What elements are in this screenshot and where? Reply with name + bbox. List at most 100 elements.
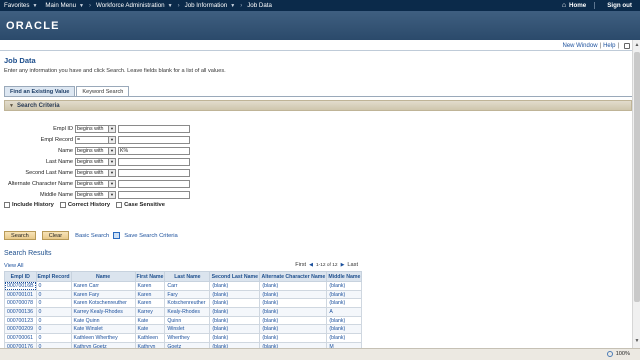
search-button[interactable]: Search — [4, 231, 36, 240]
cell-empl-id[interactable]: 000700136 — [4, 307, 37, 317]
empl-record-input[interactable] — [118, 135, 190, 144]
cell-second-last-name[interactable]: (blank) — [209, 324, 261, 335]
cell-middle-name[interactable]: (blank) — [326, 333, 363, 343]
col-header-empl-record[interactable]: Empl Record — [35, 271, 72, 282]
col-header-last-name[interactable]: Last Name — [164, 271, 211, 282]
last-name-input[interactable] — [118, 157, 190, 166]
cell-empl-id[interactable]: 000700078 — [4, 298, 37, 309]
cell-empl-id[interactable]: 000700123 — [4, 315, 37, 326]
table-row[interactable]: 000700061 0 Kathleen Wherthey Kathleen Whert… — [4, 333, 363, 343]
cell-last-name[interactable]: Wherthey — [164, 333, 211, 343]
chevron-down-icon[interactable]: ▼ — [109, 146, 116, 155]
nav-workforce-administration[interactable]: Workforce Administration ▼ — [92, 0, 177, 11]
name-input[interactable]: K% — [118, 146, 190, 155]
cell-first-name[interactable]: Kathleen — [134, 333, 166, 343]
col-header-name[interactable]: Name — [70, 271, 136, 282]
cell-empl-id[interactable]: 000700101 — [4, 289, 37, 300]
second-last-name-input[interactable] — [118, 168, 190, 177]
cell-second-last-name[interactable]: (blank) — [209, 298, 261, 309]
cell-empl-record[interactable]: 0 — [35, 333, 72, 343]
vertical-scrollbar[interactable]: ▲ ▼ — [632, 40, 640, 348]
scrollbar-thumb[interactable] — [634, 52, 640, 302]
cell-empl-record[interactable]: 0 — [35, 324, 72, 335]
cell-middle-name[interactable]: A — [326, 307, 363, 317]
scroll-up-icon[interactable]: ▲ — [633, 42, 640, 50]
cell-first-name[interactable]: Karen — [134, 289, 166, 300]
cell-second-last-name[interactable]: (blank) — [209, 281, 261, 291]
cell-name[interactable]: Kate Winslet — [70, 324, 136, 335]
checkbox-box[interactable] — [4, 202, 10, 208]
cell-first-name[interactable]: Karen — [134, 281, 166, 291]
cell-name[interactable]: Karen Kotschenreuther — [70, 298, 136, 309]
checkbox-box[interactable] — [59, 202, 66, 208]
next-icon[interactable]: ▶ — [341, 262, 345, 268]
cell-middle-name[interactable]: (blank) — [326, 315, 363, 326]
operator-select[interactable]: begins with — [75, 179, 109, 188]
last-link[interactable]: Last — [347, 262, 358, 268]
col-header-alternate-character-name[interactable]: Alternate Character Name — [259, 271, 328, 282]
col-header-empl-id[interactable]: Empl ID — [4, 271, 37, 282]
cell-alternate-character-name[interactable]: (blank) — [259, 298, 328, 309]
table-row[interactable]: 000700209 0 Kate Winslet Kate Winslet (blank)… — [4, 324, 363, 335]
chevron-down-icon[interactable]: ▼ — [109, 190, 116, 199]
operator-select[interactable]: begins with — [75, 190, 109, 199]
cell-empl-record[interactable]: 0 — [35, 281, 72, 291]
cell-middle-name[interactable]: (blank) — [326, 324, 363, 335]
home-link[interactable]: ⌂ Home — [554, 2, 594, 9]
chevron-down-icon[interactable]: ▼ — [109, 179, 116, 188]
cell-last-name[interactable]: Kealy-Rhodes — [164, 307, 211, 317]
cell-alternate-character-name[interactable]: (blank) — [259, 333, 328, 343]
col-header-middle-name[interactable]: Middle Name — [326, 271, 363, 282]
cell-middle-name[interactable]: (blank) — [326, 298, 363, 309]
correct-history-checkbox[interactable]: Correct History — [59, 202, 110, 208]
scroll-down-icon[interactable]: ▼ — [633, 338, 640, 346]
cell-empl-record[interactable]: 0 — [35, 307, 72, 317]
table-row[interactable]: 000700101 0 Karen Fary Karen Fary (blank) (bla… — [4, 289, 363, 300]
cell-empl-id[interactable]: 00070016B — [4, 281, 37, 291]
cell-last-name[interactable]: Carr — [164, 281, 211, 291]
col-header-first-name[interactable]: First Name — [134, 271, 166, 282]
cell-last-name[interactable]: Quinn — [164, 315, 211, 326]
cell-alternate-character-name[interactable]: (blank) — [259, 289, 328, 300]
basic-search-link[interactable]: Basic Search — [75, 233, 109, 239]
nav-job-information[interactable]: Job Information ▼ — [181, 0, 240, 11]
include-history-checkbox[interactable]: Include History — [4, 202, 54, 208]
cell-name[interactable]: Kathleen Wherthey — [70, 333, 136, 343]
table-row[interactable]: 000700123 0 Kate Quinn Kate Quinn (blank) (bla… — [4, 315, 363, 326]
cell-first-name[interactable]: Karrey — [134, 307, 166, 317]
tab-keyword-search[interactable]: Keyword Search — [76, 86, 130, 96]
cell-alternate-character-name[interactable]: (blank) — [259, 324, 328, 335]
chevron-down-icon[interactable]: ▼ — [109, 124, 116, 133]
checkbox-box[interactable] — [116, 202, 123, 208]
cell-second-last-name[interactable]: (blank) — [209, 289, 261, 300]
operator-select[interactable]: begins with — [75, 124, 109, 133]
cell-name[interactable]: Karen Carr — [70, 281, 136, 291]
save-criteria-icon[interactable] — [113, 232, 121, 239]
chevron-down-icon[interactable]: ▼ — [109, 157, 116, 166]
cell-first-name[interactable]: Kate — [134, 324, 166, 335]
nav-job-data[interactable]: Job Data — [243, 0, 276, 11]
operator-select[interactable]: = — [75, 135, 109, 144]
empl-id-input[interactable] — [118, 124, 190, 133]
cell-first-name[interactable]: Kate — [134, 315, 166, 326]
cell-last-name[interactable]: Fary — [164, 289, 211, 300]
cell-second-last-name[interactable]: (blank) — [209, 333, 261, 343]
cell-name[interactable]: Karen Fary — [70, 289, 136, 300]
cell-alternate-character-name[interactable]: (blank) — [259, 281, 328, 291]
operator-select[interactable]: begins with — [75, 157, 109, 166]
col-header-second-last-name[interactable]: Second Last Name — [209, 271, 261, 282]
first-link[interactable]: First — [295, 262, 306, 268]
search-criteria-header[interactable]: ▼ Search Criteria — [4, 100, 632, 111]
zoom-control[interactable]: 100% — [606, 351, 630, 357]
cell-first-name[interactable]: Karen — [134, 298, 166, 309]
middle-name-input[interactable] — [118, 190, 190, 199]
view-all-link[interactable]: View All — [4, 263, 24, 269]
cell-empl-record[interactable]: 0 — [35, 315, 72, 326]
sign-out-link[interactable]: Sign out — [594, 2, 640, 9]
save-search-criteria-link[interactable]: Save Search Criteria — [124, 233, 177, 239]
cell-last-name[interactable]: Kotschenreuther — [164, 298, 211, 309]
cell-empl-id[interactable]: 000700061 — [4, 333, 37, 343]
table-row[interactable]: 000700078 0 Karen Kotschenreuther Karen Kots… — [4, 298, 363, 309]
operator-select[interactable]: begins with — [75, 146, 109, 155]
cell-empl-id[interactable]: 000700209 — [4, 324, 37, 335]
